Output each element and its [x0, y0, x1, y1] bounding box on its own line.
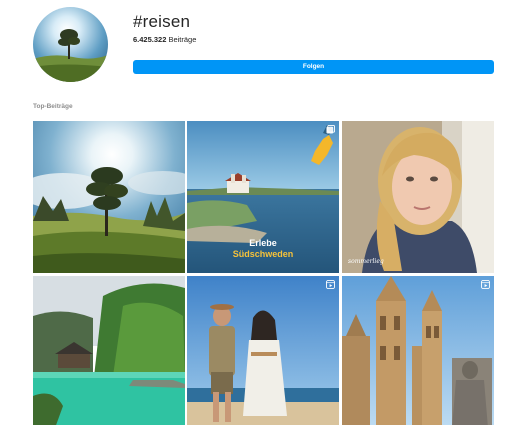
carousel-icon — [326, 125, 335, 134]
top-posts-label: Top-Beiträge — [33, 103, 73, 110]
hashtag-title: #reisen — [133, 12, 191, 31]
tag-avatar — [33, 7, 108, 82]
post-tile[interactable] — [33, 276, 185, 425]
posts-count: 6.425.322 Beiträge — [133, 35, 196, 44]
reel-icon — [481, 280, 490, 289]
post-tile[interactable] — [33, 121, 185, 273]
post-tile[interactable] — [187, 276, 339, 425]
posts-count-value: 6.425.322 — [133, 35, 167, 44]
post-tile[interactable] — [342, 276, 494, 425]
reel-icon — [326, 280, 335, 289]
posts-count-label: Beiträge — [168, 35, 197, 44]
post-caption-line1: Erlebe — [249, 238, 277, 248]
post-tile[interactable]: Erlebe Südschweden — [187, 121, 339, 273]
follow-button[interactable]: Folgen — [133, 60, 494, 74]
post-tile[interactable]: sommerlieg — [342, 121, 494, 273]
post-caption-line2: Südschweden — [232, 249, 294, 259]
tag-header: #reisen 6.425.322 Beiträge Folgen — [0, 0, 512, 92]
post-overlay-text: sommerlieg — [348, 258, 384, 265]
